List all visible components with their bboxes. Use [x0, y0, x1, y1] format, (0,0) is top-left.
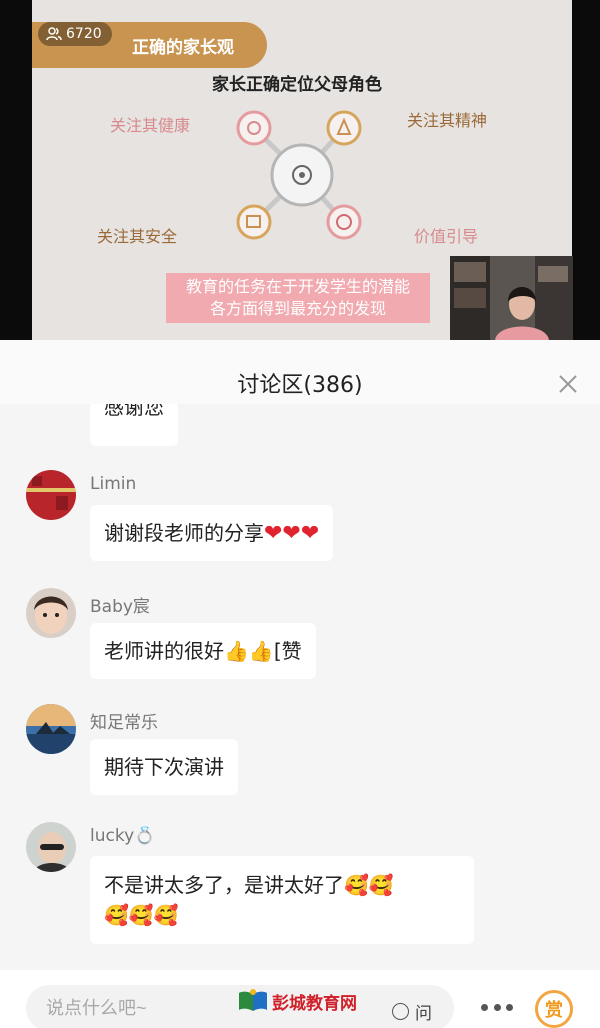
message-bubble: 期待下次演讲 — [90, 739, 238, 795]
ask-question-toggle[interactable]: 问 — [392, 1000, 432, 1024]
message-text: 老师讲的很好 — [104, 639, 224, 663]
message-bubble: 不是讲太多了，是讲太好了🥰🥰 🥰🥰🥰 — [90, 856, 474, 944]
slide-label-safety: 关注其安全 — [97, 227, 178, 246]
message-text: 不是讲太多了，是讲太好了 — [104, 873, 344, 897]
message-bubble: 感谢您 — [90, 404, 178, 446]
comment-input[interactable] — [46, 993, 246, 1023]
slide-caption-line1: 教育的任务在于开发学生的潜能 — [185, 277, 410, 296]
slide-caption-line2: 各方面得到最充分的发现 — [209, 299, 386, 318]
viewer-count-badge: 6720 — [38, 22, 112, 46]
slide-label-health: 关注其健康 — [110, 116, 191, 135]
avatar[interactable] — [26, 704, 76, 754]
discussion-header: 讨论区(386) — [0, 340, 600, 404]
message-username: Baby宸 — [90, 597, 150, 617]
reward-label: 赏 — [545, 1000, 563, 1021]
role-diagram — [236, 110, 362, 240]
avatar[interactable] — [26, 822, 76, 872]
message-username: 知足常乐 — [90, 713, 158, 733]
message-username: lucky💍 — [90, 826, 156, 846]
ask-label: 问 — [415, 1003, 432, 1024]
more-options-button[interactable] — [481, 1004, 513, 1016]
message-text-trailing: [赞 — [273, 639, 302, 663]
slide-heading: 家长正确定位父母角色 — [212, 75, 382, 95]
site-watermark: 彭城教育网 — [238, 986, 373, 1016]
thumbs-up-emoji: 👍👍 — [224, 639, 274, 663]
avatar-image — [26, 470, 76, 520]
message-text: 感谢您 — [104, 404, 164, 419]
message-username: Limin — [90, 474, 137, 494]
avatar-image — [26, 822, 76, 872]
watermark-text: 彭城教育网 — [272, 993, 357, 1014]
dot-icon — [506, 1004, 513, 1011]
message-bubble: 谢谢段老师的分享❤❤❤ — [90, 505, 334, 561]
avatar-image — [26, 588, 76, 638]
video-player[interactable]: 正确的家长观 家长正确定位父母角色 关注其健康 关注其精神 关注其安全 价值引导 — [0, 0, 600, 340]
message-text: 期待下次演讲 — [104, 755, 224, 779]
message-list[interactable]: 感谢您 Limin 谢谢段老师的分享❤❤❤ Baby宸 老师讲的很好👍👍[赞 知… — [0, 404, 600, 970]
avatar-image — [26, 704, 76, 754]
avatar[interactable] — [26, 588, 76, 638]
book-logo-icon — [239, 989, 267, 1011]
close-icon[interactable] — [554, 370, 582, 398]
viewer-count: 6720 — [66, 26, 102, 42]
message-text: 谢谢段老师的分享 — [104, 521, 264, 545]
smiling-hearts-emoji: 🥰🥰 — [344, 873, 394, 897]
heart-emoji: ❤❤❤ — [264, 521, 320, 546]
slide-caption: 教育的任务在于开发学生的潜能 各方面得到最充分的发现 — [166, 273, 430, 323]
live-room: 正确的家长观 家长正确定位父母角色 关注其健康 关注其精神 关注其安全 价值引导 — [0, 0, 600, 1028]
smiling-hearts-emoji: 🥰🥰🥰 — [104, 903, 179, 927]
slide-banner-title: 正确的家长观 — [132, 38, 234, 58]
radio-circle-icon — [392, 1002, 409, 1020]
slide-label-values: 价值引导 — [414, 227, 479, 246]
discussion-panel: 讨论区(386) 感谢您 Limin 谢谢段老师的分享❤❤❤ Baby宸 老师讲… — [0, 340, 600, 1028]
dot-icon — [493, 1004, 501, 1011]
slide-label-spirit: 关注其精神 — [407, 111, 488, 130]
presenter-image — [450, 256, 573, 340]
message-bubble: 老师讲的很好👍👍[赞 — [90, 623, 316, 679]
discussion-title: 讨论区(386) — [237, 373, 363, 398]
presenter-video[interactable] — [450, 256, 573, 340]
dot-icon — [481, 1004, 488, 1011]
reward-button[interactable]: 赏 — [535, 990, 573, 1028]
viewers-icon — [46, 27, 62, 41]
avatar[interactable] — [26, 470, 76, 520]
